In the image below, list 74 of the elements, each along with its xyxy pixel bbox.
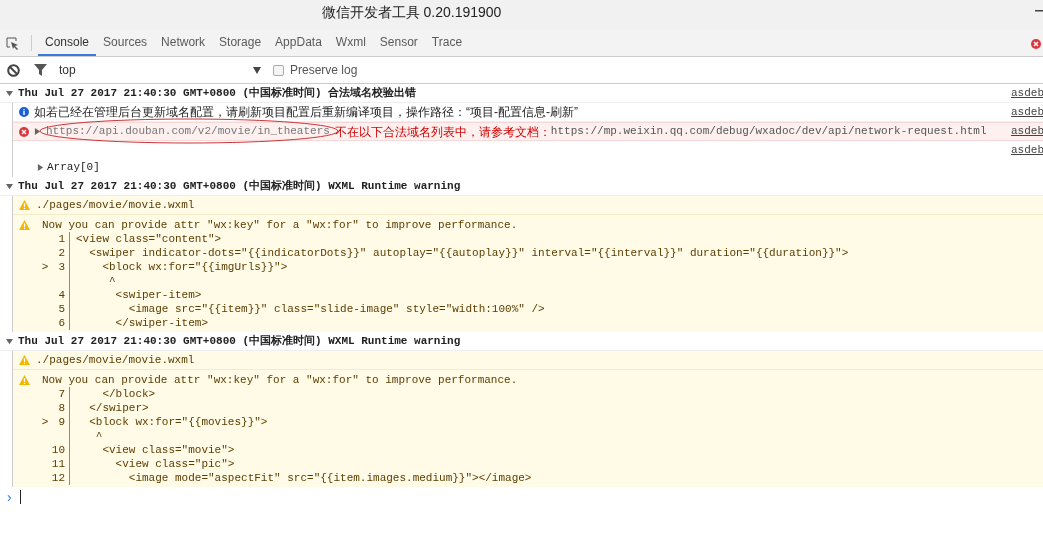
source-link[interactable]: asdeb (1011, 142, 1043, 159)
devtools-tab[interactable]: Wxml (328, 30, 373, 56)
warning-message: Now you can provide attr "wx:key" for a "wx:for" to improve performance. (42, 372, 518, 388)
code-line: </swiper> (88, 401, 149, 415)
devtools-tab[interactable]: Sensor (372, 30, 425, 56)
code-line: <view class="pic"> (114, 457, 235, 471)
error-url: https://api.douban.com/v2/movie/in_theaters (46, 124, 330, 140)
devtools-tab[interactable]: Storage (212, 30, 269, 56)
warning-icon (19, 375, 30, 385)
code-line: <view class="content"> (76, 232, 222, 246)
preserve-log-checkbox[interactable] (273, 64, 284, 76)
file-path: ./pages/movie/movie.wxml (36, 352, 195, 368)
devtools-tab[interactable]: Console (38, 30, 97, 56)
doc-link[interactable]: https://mp.weixin.qq.com/debug/wxadoc/dev/api/network-request.html (550, 123, 987, 140)
devtools-tab[interactable]: Trace (424, 30, 470, 56)
collapsed-triangle-icon[interactable] (37, 164, 44, 171)
info-icon (19, 107, 29, 117)
dropdown-arrow-icon (253, 66, 261, 74)
code-line: </swiper-item> (114, 316, 209, 330)
group-header[interactable]: Thu Jul 27 2017 21:40:30 GMT+0800 (中国标准时间) 合法域名校验出错 (18, 84, 417, 102)
line-number: 3 (58, 260, 65, 274)
code-line: <block wx:for="{{imgUrls}}"> (101, 260, 288, 274)
line-marker: > (41, 260, 49, 274)
warning-icon (19, 200, 30, 210)
source-link[interactable]: asdeb (1011, 123, 1043, 140)
code-line: ^ (94, 429, 103, 443)
source-link[interactable]: asdeb (1011, 84, 1043, 102)
error-message: 不在以下合法域名列表中，请参考文档： (334, 123, 551, 141)
warning-message: Now you can provide attr "wx:key" for a "wx:for" to improve performance. (42, 217, 518, 233)
devtools-tab[interactable]: AppData (268, 30, 329, 56)
file-path: ./pages/movie/movie.wxml (36, 197, 195, 213)
code-line: <view class="movie"> (101, 443, 235, 457)
code-line: <swiper indicator-dots="{{indicatorDots}}" autoplay="{{autoplay}}" interval="{{interval}}" duration="{{duration}}"> (88, 246, 849, 260)
line-number: 4 (58, 288, 65, 302)
prompt-symbol: › (7, 487, 12, 507)
devtools-tab[interactable]: Sources (96, 30, 155, 56)
code-line: ^ (108, 274, 116, 288)
line-number: 10 (51, 443, 65, 457)
minimize-icon[interactable] (1035, 10, 1043, 12)
filter-icon[interactable] (34, 64, 47, 76)
code-line: <image src="{{item}}" class="slide-image" style="width:100%" /> (127, 302, 545, 316)
expanded-triangle-icon[interactable] (6, 182, 13, 190)
preserve-log-label: Preserve log (290, 62, 358, 79)
error-count-icon[interactable] (1031, 39, 1041, 49)
warning-icon (19, 220, 30, 230)
line-number: 11 (51, 457, 65, 471)
line-number: 7 (58, 387, 65, 401)
code-line: <block wx:for="{{movies}}"> (88, 415, 268, 429)
line-number: 5 (58, 302, 65, 316)
expanded-triangle-icon[interactable] (6, 337, 13, 345)
line-number: 9 (58, 415, 65, 429)
line-number: 2 (58, 246, 65, 260)
line-marker: > (41, 415, 49, 429)
source-link[interactable]: asdeb (1011, 103, 1043, 121)
info-message: 如若已经在管理后台更新域名配置，请刷新项目配置后重新编译项目，操作路径：“项目-配置信息-刷新” (34, 104, 578, 121)
code-line: </block> (101, 387, 156, 401)
inspect-icon[interactable] (6, 37, 19, 50)
expanded-triangle-icon[interactable] (6, 89, 13, 97)
devtools-tab[interactable]: Network (154, 30, 213, 56)
error-icon (19, 126, 29, 137)
line-number: 1 (58, 232, 65, 246)
collapsed-triangle-icon[interactable] (34, 128, 41, 135)
code-line: <image mode="aspectFit" src="{{item.images.medium}}"></image> (127, 471, 532, 485)
context-select[interactable]: top (59, 61, 261, 79)
group-header[interactable]: Thu Jul 27 2017 21:40:30 GMT+0800 (中国标准时间) WXML Runtime warning (18, 332, 461, 350)
clear-icon[interactable] (7, 63, 20, 77)
object-value[interactable]: Array[0] (47, 159, 100, 176)
code-line: <swiper-item> (114, 288, 202, 302)
line-number: 8 (58, 401, 65, 415)
line-number: 12 (51, 471, 65, 485)
line-number: 6 (58, 316, 65, 330)
group-header[interactable]: Thu Jul 27 2017 21:40:30 GMT+0800 (中国标准时间) WXML Runtime warning (18, 177, 461, 195)
warning-icon (19, 355, 30, 365)
window-title: 微信开发者工具 0.20.191900 (321, 3, 502, 22)
